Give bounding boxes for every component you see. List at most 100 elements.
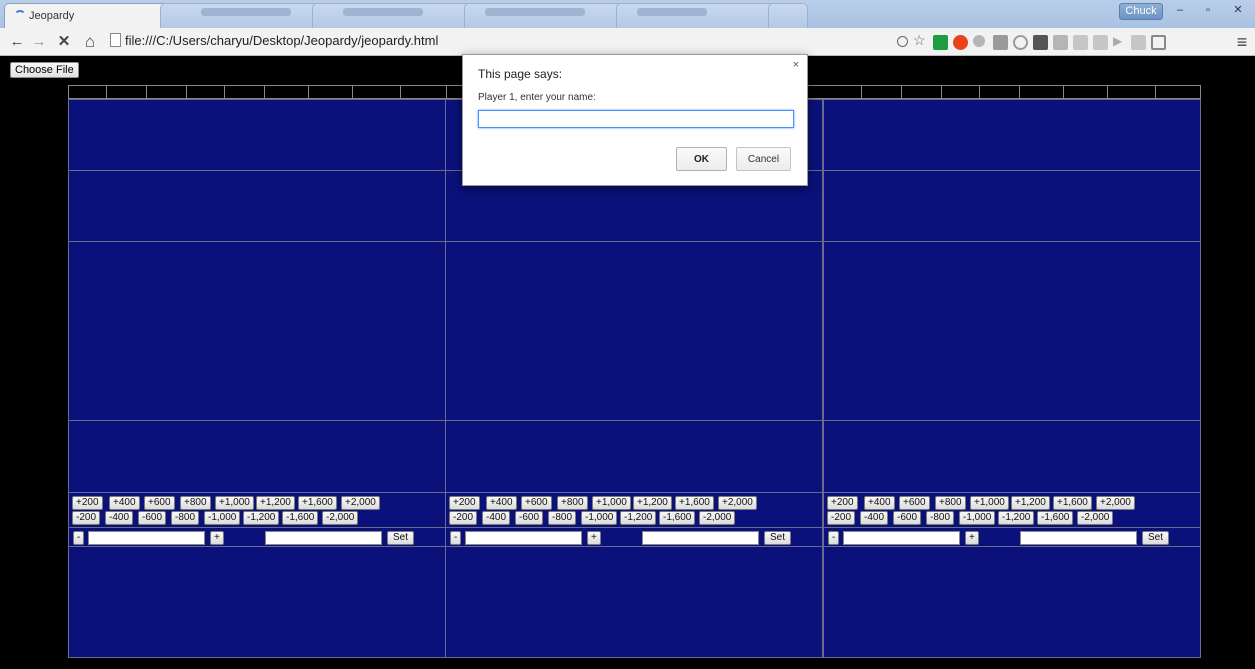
extension-red-icon[interactable] [953,35,968,50]
tab-jeopardy[interactable]: Jeopardy × [4,3,184,28]
player-name-input[interactable] [843,531,960,545]
profile-badge[interactable]: Chuck [1119,3,1163,20]
score-minus-1000-button[interactable]: -1,000 [959,511,996,525]
extension-doc-icon[interactable] [1073,35,1088,50]
score-minus-400-button[interactable]: -400 [105,511,134,525]
tab-background-4[interactable] [616,3,774,28]
score-minus-1200-button[interactable]: -1,200 [998,511,1035,525]
address-bar[interactable]: file:///C:/Users/charyu/Desktop/Jeopardy… [106,31,1122,53]
score-minus-200-button[interactable]: -200 [72,511,101,525]
board-cell[interactable] [445,420,823,493]
score-minus-400-button[interactable]: -400 [860,511,889,525]
board-cell[interactable] [445,546,823,658]
board-cell[interactable] [68,241,446,421]
decrement-button[interactable]: - [828,531,840,545]
extension-dark-icon[interactable] [1033,35,1048,50]
score-minus-200-button[interactable]: -200 [827,511,856,525]
score-minus-1600-button[interactable]: -1,600 [1037,511,1074,525]
score-minus-800-button[interactable]: -800 [171,511,200,525]
score-minus-400-button[interactable]: -400 [482,511,511,525]
choose-file-button[interactable]: Choose File [10,62,79,78]
board-cell[interactable] [823,99,1201,171]
score-plus-2000-button[interactable]: +2,000 [1096,496,1135,510]
ok-button[interactable]: OK [676,147,727,171]
score-plus-1000-button[interactable]: +1,000 [592,496,631,510]
score-minus-1200-button[interactable]: -1,200 [620,511,657,525]
score-minus-600-button[interactable]: -600 [138,511,167,525]
dialog-close-icon[interactable]: × [793,59,799,71]
back-icon[interactable]: ← [7,32,27,52]
board-cell[interactable] [823,420,1201,493]
decrement-button[interactable]: - [73,531,85,545]
score-plus-1000-button[interactable]: +1,000 [970,496,1009,510]
score-plus-400-button[interactable]: +400 [109,496,140,510]
score-minus-1600-button[interactable]: -1,600 [282,511,319,525]
board-cell[interactable] [823,241,1201,421]
score-minus-2000-button[interactable]: -2,000 [699,511,736,525]
score-plus-2000-button[interactable]: +2,000 [341,496,380,510]
score-minus-1000-button[interactable]: -1,000 [204,511,241,525]
extension-gray-icon[interactable] [973,35,985,47]
new-tab-button[interactable] [768,3,808,28]
maximize-icon[interactable]: ▫ [1195,3,1221,20]
extension-people-icon[interactable] [1053,35,1068,50]
board-cell[interactable] [68,420,446,493]
cast-icon[interactable] [1151,35,1166,50]
score-plus-800-button[interactable]: +800 [935,496,966,510]
window-close-icon[interactable]: ✕ [1225,3,1251,20]
score-plus-1600-button[interactable]: +1,600 [675,496,714,510]
score-minus-200-button[interactable]: -200 [449,511,478,525]
cancel-button[interactable]: Cancel [736,147,791,171]
board-cell[interactable] [823,546,1201,658]
score-minus-600-button[interactable]: -600 [515,511,544,525]
score-plus-600-button[interactable]: +600 [899,496,930,510]
score-minus-800-button[interactable]: -800 [926,511,955,525]
score-plus-200-button[interactable]: +200 [72,496,103,510]
score-plus-1000-button[interactable]: +1,000 [215,496,254,510]
player-name-input[interactable] [88,531,205,545]
score-minus-800-button[interactable]: -800 [548,511,577,525]
forward-icon[interactable]: → [29,32,49,52]
score-input[interactable] [642,531,759,545]
board-cell[interactable] [68,99,446,171]
score-plus-400-button[interactable]: +400 [486,496,517,510]
minimize-icon[interactable]: – [1167,3,1193,20]
board-cell[interactable] [823,170,1201,242]
score-plus-1200-button[interactable]: +1,200 [633,496,672,510]
score-input[interactable] [1020,531,1137,545]
board-cell[interactable] [445,241,823,421]
score-minus-1200-button[interactable]: -1,200 [243,511,280,525]
score-plus-400-button[interactable]: +400 [864,496,895,510]
score-minus-2000-button[interactable]: -2,000 [1077,511,1114,525]
extension-grid-icon[interactable] [1093,35,1108,50]
board-cell[interactable] [68,170,446,242]
set-score-button[interactable]: Set [1142,531,1170,545]
score-minus-2000-button[interactable]: -2,000 [322,511,359,525]
bookmark-star-icon[interactable]: ☆ [913,32,928,48]
increment-button[interactable]: + [587,531,601,545]
extension-play-icon[interactable]: ▶ [1113,34,1128,49]
board-cell[interactable] [68,546,446,658]
score-plus-1600-button[interactable]: +1,600 [1053,496,1092,510]
tab-background-2[interactable] [312,3,470,28]
score-minus-600-button[interactable]: -600 [893,511,922,525]
decrement-button[interactable]: - [450,531,462,545]
stop-icon[interactable]: ✕ [54,32,74,52]
home-icon[interactable]: ⌂ [80,32,100,52]
score-plus-600-button[interactable]: +600 [144,496,175,510]
score-minus-1600-button[interactable]: -1,600 [659,511,696,525]
score-input[interactable] [265,531,382,545]
player-name-input[interactable] [465,531,582,545]
score-plus-800-button[interactable]: +800 [557,496,588,510]
extension-green-icon[interactable] [933,35,948,50]
score-minus-1000-button[interactable]: -1,000 [581,511,618,525]
score-plus-1200-button[interactable]: +1,200 [256,496,295,510]
zoom-icon[interactable] [897,36,908,47]
extension-n-icon[interactable] [993,35,1008,50]
tab-background-3[interactable] [464,3,622,28]
score-plus-600-button[interactable]: +600 [521,496,552,510]
set-score-button[interactable]: Set [764,531,792,545]
tab-background-1[interactable] [160,3,318,28]
increment-button[interactable]: + [965,531,979,545]
score-plus-800-button[interactable]: +800 [180,496,211,510]
